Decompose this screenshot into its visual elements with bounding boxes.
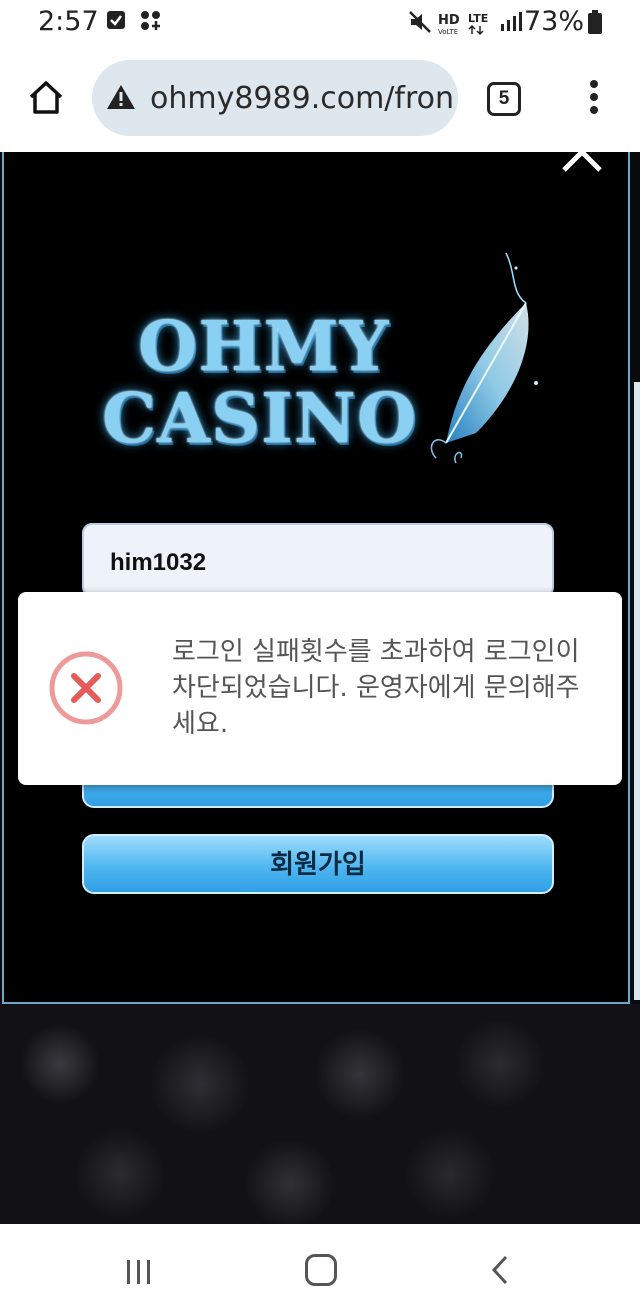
error-dialog[interactable]: 로그인 실패횟수를 초과하여 로그인이 차단되었습니다. 운영자에게 문의해주세… — [18, 592, 622, 785]
logo-line-1: OHMY — [138, 307, 390, 387]
mute-icon — [409, 11, 431, 33]
feather-icon — [430, 252, 538, 464]
battery-icon — [588, 10, 602, 34]
url-text[interactable]: ohmy8989.com/fron — [150, 81, 454, 116]
username-input[interactable]: him1032 — [82, 523, 554, 597]
close-icon[interactable] — [560, 152, 604, 172]
blurred-background — [0, 1004, 640, 1224]
navigation-bar — [0, 1224, 640, 1315]
svg-text:VoLTE: VoLTE — [438, 28, 458, 36]
checkbox-notification-icon — [107, 11, 125, 29]
menu-icon[interactable] — [586, 80, 602, 120]
address-bar[interactable]: ohmy8989.com/fron — [92, 60, 458, 136]
signal-icon — [501, 12, 522, 31]
scrollbar[interactable] — [634, 382, 640, 1000]
signup-button[interactable]: 회원가입 — [82, 834, 554, 894]
status-bar: 2:57 HD VoLTE LTE 73% — [0, 0, 640, 48]
recents-icon[interactable] — [127, 1260, 157, 1284]
tab-switcher-button[interactable]: 5 — [487, 82, 521, 116]
error-x-icon — [49, 651, 123, 725]
home-icon[interactable] — [26, 78, 66, 118]
battery-percent: 73% — [523, 6, 584, 37]
status-time: 2:57 — [38, 6, 99, 37]
warning-icon[interactable] — [106, 84, 136, 110]
hd-lte-icon: HD VoLTE LTE — [438, 12, 488, 36]
svg-text:HD: HD — [438, 13, 460, 28]
logo-line-2: CASINO — [102, 379, 418, 459]
dialog-message: 로그인 실패횟수를 초과하여 로그인이 차단되었습니다. 운영자에게 문의해주세… — [172, 637, 580, 739]
back-icon[interactable] — [488, 1254, 512, 1286]
svg-text:LTE: LTE — [468, 12, 488, 25]
browser-toolbar: ohmy8989.com/fron 5 — [0, 48, 640, 152]
login-modal: OHMY CASINO him1032 로그인 회원가입 — [2, 152, 630, 1004]
apps-notification-icon — [141, 11, 160, 30]
username-value[interactable]: him1032 — [110, 549, 206, 577]
home-nav-icon[interactable] — [305, 1254, 337, 1286]
casino-logo: OHMY CASINO — [100, 243, 560, 483]
